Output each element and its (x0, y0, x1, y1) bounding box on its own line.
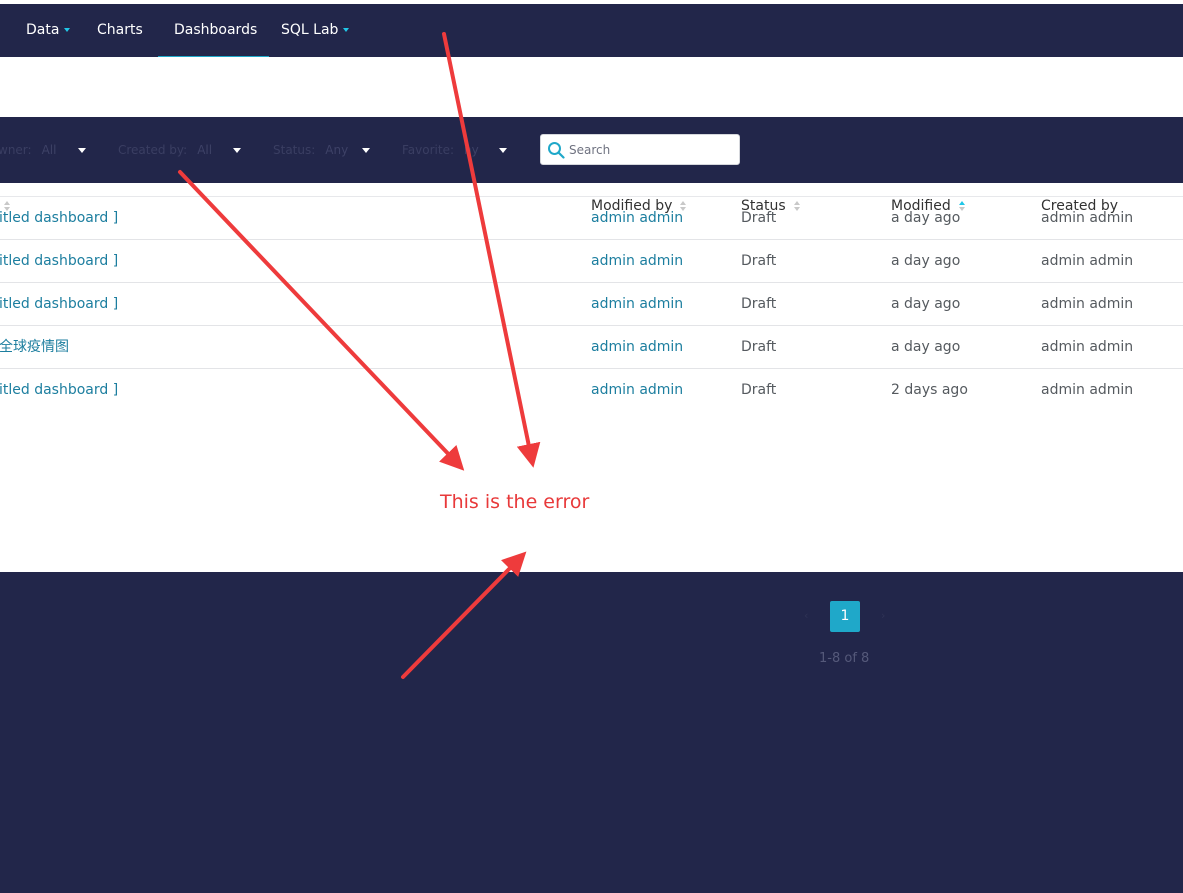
annotation-text: This is the error (440, 491, 590, 513)
nav-item-charts[interactable]: Charts (97, 4, 143, 57)
table-row: itled dashboard ] admin admin Draft a da… (0, 240, 1183, 283)
created-by-value: admin admin (1041, 253, 1134, 269)
filter-created-by-label: Created by: (118, 143, 188, 157)
dashboard-title-link[interactable]: itled dashboard ] (0, 382, 118, 398)
dashboard-title-link[interactable]: itled dashboard ] (0, 210, 118, 226)
status-value: Draft (741, 253, 777, 269)
search-box (540, 134, 740, 165)
nav-item-dashboards[interactable]: Dashboards (174, 4, 257, 57)
modified-value: a day ago (891, 210, 961, 226)
table-row: itled dashboard ] admin admin Draft a da… (0, 197, 1183, 240)
status-value: Draft (741, 382, 777, 398)
filter-owner[interactable]: wner: All (0, 141, 56, 159)
status-value: Draft (741, 339, 777, 355)
filter-owner-label: wner: (0, 143, 32, 157)
chevron-down-icon (343, 28, 350, 32)
nav-item-data[interactable]: Data (26, 4, 71, 57)
annotation-arrow (401, 551, 527, 679)
chevron-down-icon (64, 28, 71, 32)
pagination-count: 1-8 of 8 (819, 651, 870, 666)
modified-value: a day ago (891, 253, 961, 269)
table-row: itled dashboard ] admin admin Draft 2 da… (0, 369, 1183, 412)
nav-item-sql-lab[interactable]: SQL Lab (281, 4, 350, 57)
filter-owner-value: All (41, 143, 57, 157)
created-by-value: admin admin (1041, 210, 1134, 226)
modified-by-link[interactable]: admin admin (591, 339, 683, 355)
modified-value: a day ago (891, 339, 961, 355)
filter-status-value: Any (325, 143, 349, 157)
filter-favorite[interactable]: Favorite: ny (402, 141, 479, 159)
caret-down-icon[interactable] (233, 148, 241, 153)
caret-down-icon[interactable] (362, 148, 370, 153)
pagination-prev-icon[interactable]: ‹ (804, 610, 808, 622)
dashboard-title-link[interactable]: itled dashboard ] (0, 253, 118, 269)
pagination-next-icon[interactable]: › (881, 610, 885, 622)
created-by-value: admin admin (1041, 382, 1134, 398)
dashboard-title-link[interactable]: 全球疫情图 (0, 339, 69, 355)
filter-created-by-value: All (197, 143, 213, 157)
modified-by-link[interactable]: admin admin (591, 210, 683, 226)
pagination-page-button[interactable]: 1 (830, 601, 860, 632)
status-value: Draft (741, 296, 777, 312)
app-root: Data Charts Dashboards SQL Lab wner: All … (0, 0, 1183, 893)
nav-item-charts-label: Charts (97, 22, 143, 38)
table-row: 全球疫情图 admin admin Draft a day ago admin … (0, 326, 1183, 369)
filter-favorite-value: ny (464, 143, 479, 157)
status-value: Draft (741, 210, 777, 226)
created-by-value: admin admin (1041, 339, 1134, 355)
nav-item-sql-lab-label: SQL Lab (281, 22, 339, 38)
search-icon (548, 142, 565, 159)
modified-by-link[interactable]: admin admin (591, 296, 683, 312)
nav-item-dashboards-label: Dashboards (174, 22, 258, 38)
caret-down-icon[interactable] (499, 148, 507, 153)
nav-item-data-label: Data (26, 22, 60, 38)
search-input[interactable] (569, 135, 734, 164)
created-by-value: admin admin (1041, 296, 1134, 312)
filter-created-by[interactable]: Created by: All (118, 141, 212, 159)
filter-favorite-label: Favorite: (402, 143, 454, 157)
dashboard-title-link[interactable]: itled dashboard ] (0, 296, 118, 312)
modified-by-link[interactable]: admin admin (591, 382, 683, 398)
page-header-area (0, 57, 1183, 117)
top-navbar: Data Charts Dashboards SQL Lab (0, 4, 1183, 58)
modified-value: 2 days ago (891, 382, 968, 398)
caret-down-icon[interactable] (78, 148, 86, 153)
table-row: itled dashboard ] admin admin Draft a da… (0, 283, 1183, 326)
modified-by-link[interactable]: admin admin (591, 253, 683, 269)
filter-status[interactable]: Status: Any (273, 141, 348, 159)
dashboard-table: Modified by Status Modified Created by i… (0, 183, 1183, 572)
filter-status-label: Status: (273, 143, 316, 157)
modified-value: a day ago (891, 296, 961, 312)
